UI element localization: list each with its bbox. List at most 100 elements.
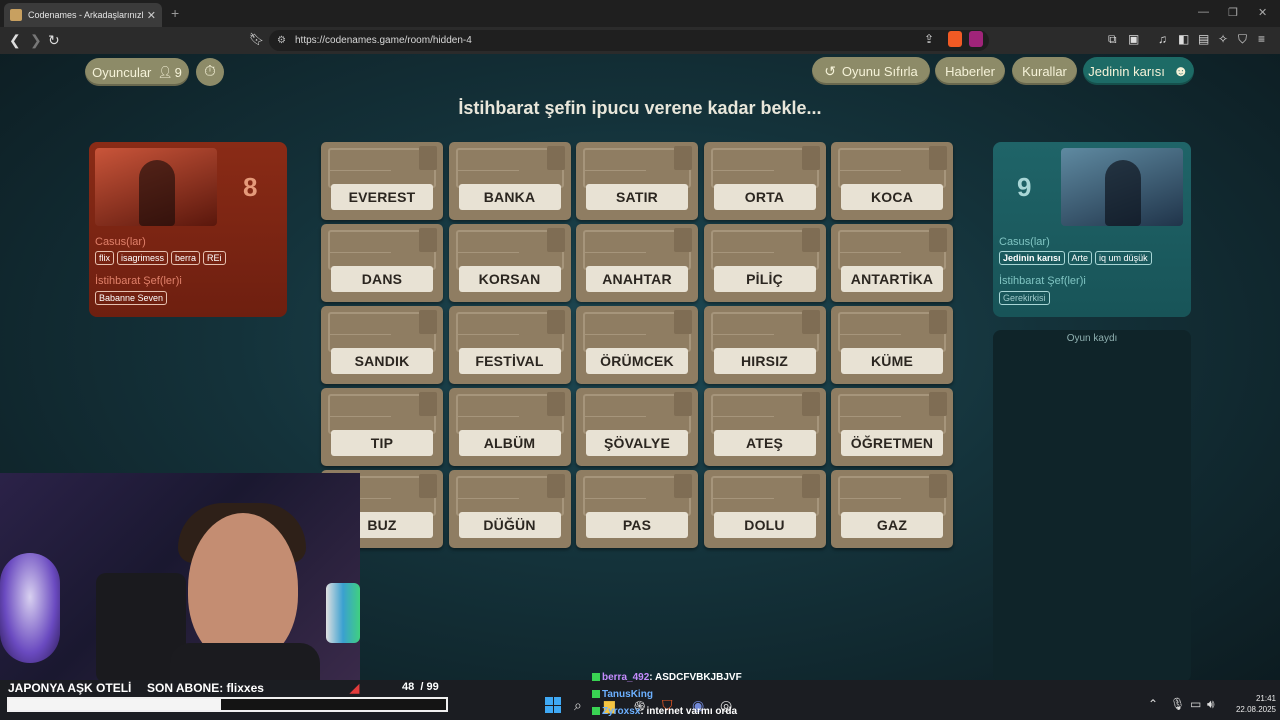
agent-stamp-icon — [801, 392, 820, 416]
word-card-label: SATIR — [586, 184, 688, 210]
word-card[interactable]: SANDIK — [321, 306, 443, 384]
maximize-icon[interactable]: ❐ — [1228, 6, 1238, 19]
person-icon: 👤︎ — [157, 65, 173, 79]
rules-button[interactable]: Kurallar — [1012, 57, 1077, 85]
agent-stamp-icon — [801, 474, 820, 498]
word-card[interactable]: EVEREST — [321, 142, 443, 220]
player-tag[interactable]: berra — [171, 251, 201, 265]
brave-shields-icon[interactable] — [948, 31, 962, 47]
game-log-panel[interactable]: Oyun kaydı — [993, 330, 1191, 682]
word-card[interactable]: SATIR — [576, 142, 698, 220]
back-arrow-icon[interactable]: ❮ — [9, 32, 21, 49]
agent-stamp-icon — [801, 310, 820, 334]
new-tab-button[interactable]: + — [171, 5, 179, 21]
word-card-label: PİLİÇ — [713, 266, 816, 292]
media-icon[interactable]: ♫ — [1158, 32, 1167, 46]
red-remaining-count: 8 — [243, 172, 258, 202]
favicon-icon — [10, 9, 22, 21]
tray-chevron-icon[interactable]: ⌃ — [1148, 697, 1158, 711]
player-tag[interactable]: flix — [95, 251, 114, 265]
agent-stamp-icon — [801, 228, 820, 252]
player-tag[interactable]: Jedinin karısı — [999, 251, 1065, 265]
goal-progress-fill — [9, 699, 221, 710]
address-bar[interactable]: ⚙ https://codenames.game/room/hidden-4 — [269, 30, 989, 51]
tab-title: Codenames - Arkadaşlarınızla çe — [28, 10, 143, 20]
search-icon[interactable]: ⌕ — [574, 697, 582, 714]
word-card[interactable]: PİLİÇ — [703, 224, 826, 302]
extensions-icon[interactable]: ⧉ — [1108, 32, 1117, 47]
menu-icon[interactable]: ≡ — [1258, 32, 1265, 46]
word-card[interactable]: KÜME — [831, 306, 953, 384]
goal-counter: 48 / 99 — [402, 681, 439, 693]
reload-icon[interactable]: ↻ — [48, 32, 60, 49]
word-card[interactable]: ÖRÜMCEK — [576, 306, 698, 384]
brave-rewards-icon[interactable] — [969, 31, 983, 47]
word-card[interactable]: DOLU — [703, 470, 826, 548]
chat-text: : internet varmı orda — [640, 706, 738, 717]
wallet-icon[interactable]: ▤ — [1198, 32, 1209, 46]
word-card[interactable]: HIRSIZ — [703, 306, 826, 384]
volume-icon[interactable]: 🔊︎ — [1207, 697, 1215, 712]
microphone-tray-icon[interactable]: 🎙︎ — [1170, 697, 1185, 711]
word-card[interactable]: DÜĞÜN — [448, 470, 571, 548]
word-card[interactable]: DANS — [321, 224, 443, 302]
screenshot-icon[interactable]: ▣ — [1128, 32, 1139, 46]
word-card[interactable]: ORTA — [703, 142, 826, 220]
site-info-icon[interactable]: ⚙ — [277, 30, 286, 51]
word-card-label: BANKA — [458, 184, 561, 210]
player-tag[interactable]: isagrimess — [117, 251, 169, 265]
bookmark-icon[interactable]: 🔖︎ — [249, 32, 264, 46]
word-card-label: ÖĞRETMEN — [841, 430, 943, 456]
red-operatives-label: Casus(lar) — [95, 236, 146, 248]
red-team-portrait — [95, 148, 217, 226]
word-card[interactable]: GAZ — [831, 470, 953, 548]
word-card-label: ALBÜM — [458, 430, 561, 456]
word-card[interactable]: ÖĞRETMEN — [831, 388, 953, 466]
clock-time: 21:41 — [1255, 694, 1276, 703]
word-card[interactable]: KORSAN — [448, 224, 571, 302]
word-card[interactable]: ATEŞ — [703, 388, 826, 466]
window-close-icon[interactable]: ✕ — [1258, 6, 1267, 19]
windows-start-icon[interactable] — [545, 697, 561, 713]
word-card[interactable]: ŞÖVALYE — [576, 388, 698, 466]
system-clock[interactable]: 21:41 22.08.2025 — [1226, 693, 1276, 715]
blue-spymaster-label: İstihbarat Şef(ler)i — [999, 275, 1086, 287]
sidebar-icon[interactable]: ◧ — [1178, 32, 1189, 46]
word-card[interactable]: KOCA — [831, 142, 953, 220]
news-button[interactable]: Haberler — [935, 57, 1005, 85]
network-icon[interactable]: ▭ — [1190, 697, 1201, 711]
agent-stamp-icon — [674, 392, 692, 416]
agent-stamp-icon — [546, 228, 565, 252]
word-card[interactable]: FESTİVAL — [448, 306, 571, 384]
blue-remaining-count: 9 — [1017, 172, 1032, 202]
player-tag[interactable]: Babanne Seven — [95, 291, 168, 305]
browser-tab[interactable]: Codenames - Arkadaşlarınızla çe ✕ — [4, 3, 162, 27]
player-tag[interactable]: Gerekirkisi — [999, 291, 1050, 305]
word-card[interactable]: ANAHTAR — [576, 224, 698, 302]
share-icon[interactable]: ⇪ — [924, 32, 934, 46]
word-card-label: KORSAN — [458, 266, 561, 292]
players-button[interactable]: Oyuncular 👤︎ 9 — [85, 58, 189, 86]
vpn-icon[interactable]: ⛉ — [1238, 32, 1247, 47]
stopwatch-icon[interactable]: ⏱︎ — [196, 58, 224, 86]
blue-operatives-list: Jedinin karısı Arte iq um düşük — [999, 251, 1152, 265]
player-tag[interactable]: REi — [203, 251, 226, 265]
player-tag[interactable]: Arte — [1067, 251, 1093, 265]
reset-game-button[interactable]: ↺ Oyunu Sıfırla — [812, 57, 930, 85]
close-tab-icon[interactable]: ✕ — [147, 9, 156, 22]
word-card[interactable]: ANTARTİKA — [831, 224, 953, 302]
word-card-label: ŞÖVALYE — [586, 430, 688, 456]
minimize-icon[interactable]: — — [1198, 6, 1209, 18]
forward-arrow-icon[interactable]: ❯ — [30, 32, 42, 49]
player-tag[interactable]: iq um düşük — [1095, 251, 1152, 265]
chat-message: Zyroxsx: internet varmı orda — [592, 706, 737, 717]
word-card[interactable]: BANKA — [448, 142, 571, 220]
word-card[interactable]: ALBÜM — [448, 388, 571, 466]
word-card[interactable]: PAS — [576, 470, 698, 548]
players-label: Oyuncular — [92, 64, 152, 80]
user-menu-button[interactable]: Jedinin karısı ☻ — [1083, 57, 1194, 85]
word-card-label: FESTİVAL — [458, 348, 561, 374]
leo-icon[interactable]: ✧ — [1218, 32, 1228, 46]
word-card[interactable]: TIP — [321, 388, 443, 466]
chat-text: : ASDCFVBKJBJVF — [649, 672, 742, 683]
